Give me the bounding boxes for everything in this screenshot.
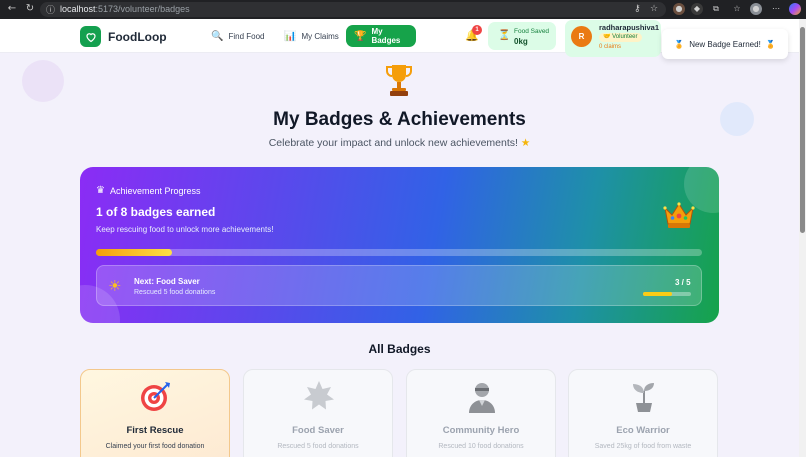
badge-name: Community Hero [442, 425, 520, 436]
nav-find-food[interactable]: 🔍 Find Food [203, 25, 272, 47]
badge-card-food-saver[interactable]: Food Saver Rescued 5 food donations [243, 369, 393, 457]
notification-badge: 1 [472, 25, 482, 35]
medal-icon: 🏅 [674, 39, 685, 49]
page-subtitle: Celebrate your impact and unlock new ach… [268, 137, 531, 149]
toast-text: New Badge Earned! [689, 39, 761, 49]
hero-icon [469, 383, 495, 413]
trophy-icon: 🏆 [354, 30, 367, 42]
badge-name: Eco Warrior [616, 425, 670, 436]
badge-card-community-hero[interactable]: Community Hero Rescued 10 food donations [406, 369, 556, 457]
next-badge-progress-bar [643, 292, 691, 296]
achievement-progress-card: ♛ Achievement Progress 1 of 8 badges ear… [80, 167, 719, 323]
key-icon[interactable]: ⚷ [634, 4, 641, 14]
sun-icon: ☀ [108, 277, 122, 295]
page-scrollbar[interactable] [799, 19, 806, 457]
user-profile-card[interactable]: R radharapushiva1 🤝 Volunteer 0 claims [565, 20, 661, 57]
more-menu-icon[interactable]: ⋯ [770, 3, 782, 15]
target-icon [141, 382, 170, 411]
nav-label: Find Food [228, 31, 265, 41]
badges-earned-count: 1 of 8 badges earned [96, 205, 216, 219]
food-saved-label: Food Saved [514, 28, 550, 35]
crown-icon: ♛ [96, 185, 105, 196]
user-name: radharapushiva1 [599, 23, 660, 32]
extensions-puzzle-icon[interactable]: ⧉ [710, 3, 722, 15]
badge-name: Food Saver [292, 425, 344, 436]
user-claims-count: 0 claims [599, 44, 622, 50]
nav-my-badges[interactable]: 🏆 My Badges [346, 25, 416, 47]
badge-description: Rescued 5 food donations [277, 443, 359, 450]
overall-progress-bar [96, 249, 702, 256]
reload-icon[interactable]: ↻ [24, 3, 36, 15]
nav-my-claims[interactable]: 📊 My Claims [276, 25, 347, 47]
role-icon: 🤝 [603, 34, 613, 40]
profile-avatar-icon[interactable]: ● [750, 3, 762, 15]
all-badges-heading: All Badges [368, 342, 431, 356]
page-title: My Badges & Achievements [273, 109, 526, 130]
star-burst-icon [304, 381, 334, 410]
next-badge-title: Next: Food Saver [134, 277, 200, 286]
logo-heart-icon[interactable] [80, 26, 101, 47]
next-badge-box: ☀ Next: Food Saver Rescued 5 food donati… [96, 265, 702, 306]
favorites-icon[interactable]: ☆ [731, 3, 743, 15]
bookmark-star-icon[interactable]: ☆ [650, 4, 658, 14]
food-saved-stat: ⏳ Food Saved 0kg [488, 22, 556, 50]
next-badge-description: Rescued 5 food donations [134, 289, 216, 296]
new-badge-toast[interactable]: 🏅 New Badge Earned! 🏅 [662, 29, 788, 59]
overall-progress-fill [96, 249, 172, 256]
browser-toolbar: ← ↻ ⓘ localhost:5173/volunteer/badges ⚷ … [0, 0, 806, 19]
trophy-icon [386, 65, 412, 96]
nav-label: My Badges [371, 27, 401, 45]
crown-icon [663, 202, 695, 228]
star-icon: ★ [520, 137, 531, 149]
magnifier-icon: 🔍 [211, 30, 224, 42]
hourglass-icon: ⏳ [498, 30, 511, 41]
scrollbar-thumb[interactable] [800, 27, 805, 233]
food-saved-value: 0kg [514, 37, 528, 46]
badge-name: First Rescue [126, 425, 184, 436]
copilot-icon[interactable] [789, 3, 801, 15]
site-info-icon[interactable]: ⓘ [46, 3, 55, 16]
badge-description: Claimed your first food donation [105, 443, 205, 450]
user-role-badge: 🤝 Volunteer [599, 33, 642, 42]
next-badge-count: 3 / 5 [675, 278, 691, 287]
progress-label: ♛ Achievement Progress [96, 185, 201, 196]
badge-card-first-rescue[interactable]: First Rescue Claimed your first food don… [80, 369, 230, 457]
avatar: R [571, 26, 592, 47]
brand-name[interactable]: FoodLoop [108, 30, 167, 44]
extension-icon[interactable]: ◆ [691, 3, 703, 15]
next-badge-progress-fill [643, 292, 672, 296]
extension-icon[interactable]: ● [673, 3, 685, 15]
bar-chart-icon: 📊 [284, 30, 297, 42]
progress-message: Keep rescuing food to unlock more achiev… [96, 225, 274, 234]
decorative-circle [22, 60, 64, 102]
medal-icon: 🏅 [765, 39, 776, 49]
url-text: localhost:5173/volunteer/badges [60, 4, 190, 14]
nav-label: My Claims [301, 31, 339, 41]
seedling-icon [633, 383, 654, 412]
address-bar[interactable]: ⓘ localhost:5173/volunteer/badges ⚷ ☆ [40, 2, 666, 17]
back-arrow-icon[interactable]: ← [6, 3, 18, 15]
badge-card-eco-warrior[interactable]: Eco Warrior Saved 25kg of food from wast… [568, 369, 718, 457]
badge-description: Saved 25kg of food from waste [594, 443, 692, 450]
badge-description: Rescued 10 food donations [438, 443, 524, 450]
